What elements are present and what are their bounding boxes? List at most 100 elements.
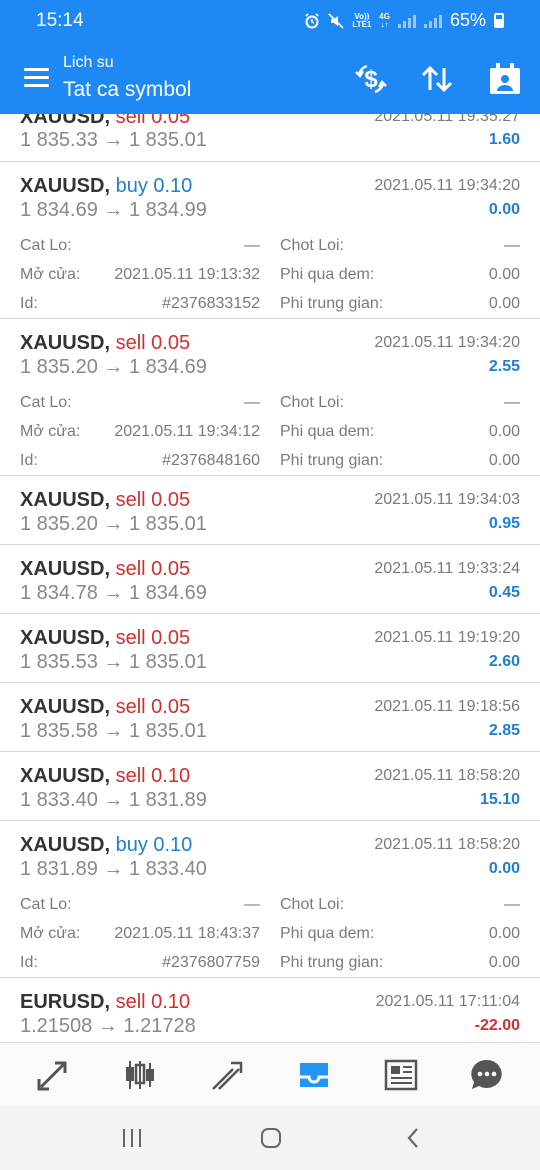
order-id-label: Id: [20, 954, 38, 971]
order-id-value: #2376848160 [162, 452, 260, 469]
take-profit-label: Chot Loi: [280, 237, 345, 254]
signal-icon-2 [423, 14, 442, 28]
trade-profit: -22.00 [474, 1017, 520, 1034]
open-time-value: 2021.05.11 18:43:37 [114, 925, 260, 942]
open-time-label: Mở cửa: [20, 925, 81, 942]
chat-icon[interactable] [469, 1057, 505, 1093]
signal-icon [397, 14, 416, 28]
symbol-filter[interactable]: Tat ca symbol [63, 78, 191, 102]
order-id-label: Id: [20, 452, 38, 469]
currency-exchange-icon[interactable]: $ [352, 60, 390, 98]
trade-type: sell 0.05 [115, 558, 191, 580]
trade-row[interactable]: EURUSD, sell 0.10 2021.05.11 17:11:04 1.… [0, 978, 540, 1042]
trade-symbol: XAUUSD, [20, 332, 111, 354]
trade-symbol: XAUUSD, [20, 834, 111, 856]
swap-label: Phi qua dem: [280, 423, 375, 440]
trade-symbol-line: XAUUSD, sell 0.05 [20, 696, 190, 719]
commission-value: 0.00 [488, 295, 520, 312]
history-list[interactable]: XAUUSD, sell 0.05 2021.05.11 19:35:27 1 … [0, 114, 540, 1042]
order-id-value: #2376833152 [162, 295, 260, 312]
trade-row-expanded[interactable]: XAUUSD, sell 0.05 2021.05.11 19:34:20 1 … [0, 319, 540, 476]
back-icon[interactable] [402, 1126, 426, 1150]
trade-symbol-line: XAUUSD, sell 0.05 [20, 558, 190, 581]
swap-label: Phi qua dem: [280, 266, 375, 283]
trade-prices: 1 833.40 → 1 831.89 [20, 789, 207, 811]
trade-type: sell 0.10 [115, 765, 191, 787]
status-bar: 15:14 Vo)) LTE1 4G ↓↑ 65% [0, 0, 540, 44]
trade-profit: 15.10 [479, 791, 520, 808]
trade-row[interactable]: XAUUSD, sell 0.05 2021.05.11 19:35:27 1 … [0, 114, 540, 162]
chart-icon[interactable] [122, 1057, 158, 1093]
trade-row[interactable]: XAUUSD, sell 0.05 2021.05.11 19:19:20 1 … [0, 614, 540, 683]
home-icon[interactable] [259, 1126, 283, 1150]
trade-row[interactable]: XAUUSD, sell 0.10 2021.05.11 18:58:20 1 … [0, 752, 540, 821]
take-profit-value: — [504, 394, 520, 411]
battery-percent: 65% [449, 10, 486, 30]
trade-icon[interactable] [209, 1057, 245, 1093]
trade-type: sell 0.05 [115, 332, 191, 354]
trade-profit: 0.45 [488, 584, 520, 601]
trade-date: 2021.05.11 18:58:20 [374, 836, 520, 853]
open-time-label: Mở cửa: [20, 266, 81, 283]
trade-row-expanded[interactable]: XAUUSD, buy 0.10 2021.05.11 18:58:20 1 8… [0, 821, 540, 978]
bottom-nav [0, 1042, 540, 1106]
commission-value: 0.00 [488, 452, 520, 469]
stop-loss-label: Cat Lo: [20, 394, 72, 411]
lte-bottom: LTE1 [352, 19, 372, 29]
trade-row-expanded[interactable]: XAUUSD, buy 0.10 2021.05.11 19:34:20 1 8… [0, 162, 540, 319]
order-id-value: #2376807759 [162, 954, 260, 971]
commission-label: Phi trung gian: [280, 452, 384, 469]
order-id-label: Id: [20, 295, 38, 312]
battery-icon [494, 13, 504, 28]
trade-prices: 1 835.20 → 1 835.01 [20, 513, 207, 535]
trade-prices: 1 835.53 → 1 835.01 [20, 651, 207, 673]
stop-loss-label: Cat Lo: [20, 237, 72, 254]
trade-symbol: XAUUSD, [20, 627, 111, 649]
network-label: 4G [379, 11, 390, 21]
history-icon[interactable] [296, 1057, 332, 1093]
take-profit-label: Chot Loi: [280, 896, 345, 913]
trade-profit: 2.85 [488, 722, 520, 739]
trade-row[interactable]: XAUUSD, sell 0.05 2021.05.11 19:33:24 1 … [0, 545, 540, 614]
calendar-icon[interactable] [486, 60, 524, 98]
recent-apps-icon[interactable] [120, 1126, 144, 1150]
trade-date: 2021.05.11 19:33:24 [374, 560, 520, 577]
trade-type: buy 0.10 [115, 834, 193, 856]
mute-icon [328, 12, 344, 29]
swap-value: 0.00 [488, 266, 520, 283]
take-profit-value: — [504, 896, 520, 913]
quotes-icon[interactable] [35, 1057, 71, 1093]
trade-symbol: XAUUSD, [20, 489, 111, 511]
status-icons: Vo)) LTE1 4G ↓↑ 65% [304, 10, 504, 31]
status-time: 15:14 [36, 10, 84, 31]
trade-symbol-line: XAUUSD, sell 0.05 [20, 114, 190, 129]
stop-loss-label: Cat Lo: [20, 896, 72, 913]
trade-symbol-line: XAUUSD, sell 0.05 [20, 332, 190, 355]
trade-profit: 0.00 [488, 201, 520, 218]
swap-value: 0.00 [488, 925, 520, 942]
open-time-label: Mở cửa: [20, 423, 81, 440]
stop-loss-value: — [244, 896, 260, 913]
trade-row[interactable]: XAUUSD, sell 0.05 2021.05.11 19:34:03 1 … [0, 476, 540, 545]
menu-icon[interactable] [24, 68, 49, 88]
stop-loss-value: — [244, 394, 260, 411]
trade-prices: 1 834.78 → 1 834.69 [20, 582, 207, 604]
trade-profit: 2.55 [488, 358, 520, 375]
trade-symbol-line: XAUUSD, sell 0.05 [20, 627, 190, 650]
commission-value: 0.00 [488, 954, 520, 971]
open-time-value: 2021.05.11 19:13:32 [114, 266, 260, 283]
trade-prices: 1 835.20 → 1 834.69 [20, 356, 207, 378]
trade-date: 2021.05.11 19:34:20 [374, 334, 520, 351]
trade-row[interactable]: XAUUSD, sell 0.05 2021.05.11 19:18:56 1 … [0, 683, 540, 752]
svg-text:$: $ [364, 66, 378, 93]
trade-symbol-line: XAUUSD, sell 0.05 [20, 489, 190, 512]
trade-profit: 1.60 [488, 131, 520, 148]
trade-symbol: XAUUSD, [20, 558, 111, 580]
page-title: Lich su [63, 54, 114, 71]
sort-icon[interactable] [418, 60, 456, 98]
news-icon[interactable] [383, 1057, 419, 1093]
swap-label: Phi qua dem: [280, 925, 375, 942]
trade-date: 2021.05.11 18:58:20 [374, 767, 520, 784]
commission-label: Phi trung gian: [280, 954, 384, 971]
trade-profit: 0.95 [488, 515, 520, 532]
